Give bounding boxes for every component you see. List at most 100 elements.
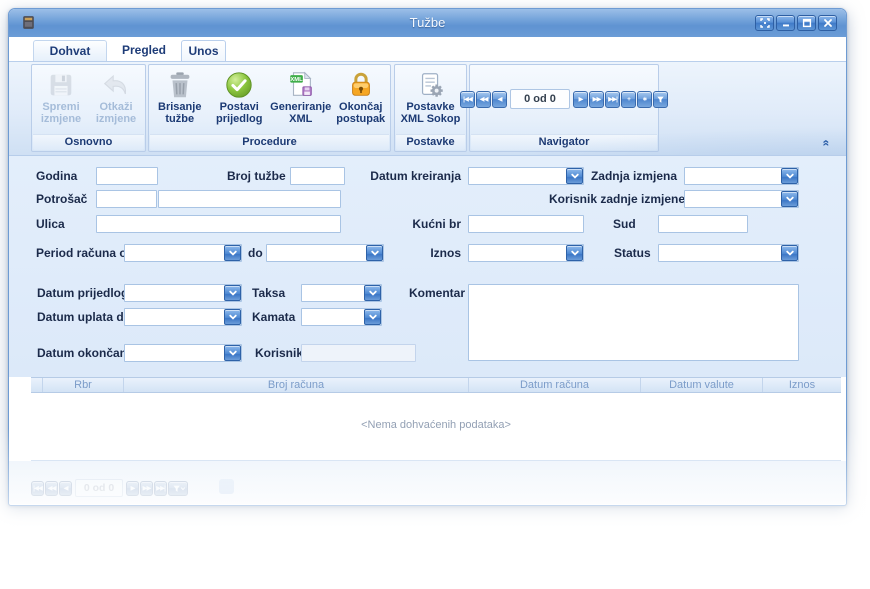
chevron-down-icon[interactable]	[224, 245, 241, 261]
nav-last-button[interactable]: ▶▶|	[605, 91, 620, 108]
period-do-combo[interactable]	[266, 244, 384, 262]
status-label: Status	[614, 244, 651, 262]
nav-add-button[interactable]: +	[621, 91, 636, 108]
close-button[interactable]	[818, 15, 837, 31]
datum-okoncanja-combo[interactable]	[124, 344, 242, 362]
chevron-down-icon[interactable]	[781, 245, 798, 261]
filter-icon	[657, 96, 663, 102]
broj-tuzbe-label: Broj tužbe	[227, 167, 286, 185]
datum-uplata-do-combo[interactable]	[124, 308, 242, 326]
chevron-down-icon[interactable]	[364, 309, 381, 325]
korisnik-label: Korisnik	[255, 344, 303, 362]
kamata-combo[interactable]	[301, 308, 382, 326]
korisnik-zadnje-izmjene-combo[interactable]	[684, 190, 799, 208]
close-icon	[825, 20, 831, 26]
generiranje-xml-button[interactable]: XML Generiranje XML	[269, 67, 332, 134]
tab-pregled[interactable]: Pregled	[109, 40, 179, 61]
potrosac-sifra-input[interactable]	[96, 190, 157, 208]
tab-unos[interactable]: Unos	[181, 40, 226, 61]
broj-tuzbe-input[interactable]	[290, 167, 345, 185]
nav-prev-button[interactable]: ◀	[492, 91, 507, 108]
column-header-datum-racuna[interactable]: Datum računa	[469, 378, 641, 392]
xml-document-icon: XML	[286, 70, 316, 100]
komentar-label: Komentar	[409, 284, 459, 302]
group-caption-procedure: Procedure	[150, 134, 389, 150]
group-caption-navigator: Navigator	[471, 134, 657, 150]
chevron-down-icon[interactable]	[781, 168, 798, 184]
datum-prijedloga-label: Datum prijedloga	[37, 284, 135, 302]
nav-edit-button[interactable]: ∗	[637, 91, 652, 108]
minimize-button[interactable]	[776, 15, 795, 31]
korisnik-zadnje-izmjene-label: Korisnik zadnje izmjene	[549, 190, 677, 208]
grid-nav-next-page-button: ▶▶	[140, 481, 153, 496]
column-header-rbr[interactable]: Rbr	[43, 378, 124, 392]
chevron-down-icon[interactable]	[364, 285, 381, 301]
iznos-combo[interactable]	[468, 244, 584, 262]
potrosac-naziv-input[interactable]	[158, 190, 341, 208]
godina-label: Godina	[36, 167, 77, 185]
ribbon-group-navigator: |◀◀ ◀◀ ◀ 0 od 0 ▶ ▶▶ ▶▶| + ∗ Navigator	[469, 64, 659, 152]
nav-next-page-button[interactable]: ▶▶	[589, 91, 604, 108]
ribbon-group-postavke: Postavke XML Sokop Postavke	[394, 64, 467, 152]
ribbon-group-osnovno: Spremi izmjene Otkaži izmjene Osnovno	[31, 64, 146, 152]
grid-nav-next-button: ▶	[126, 481, 139, 496]
taksa-combo[interactable]	[301, 284, 382, 302]
iznos-label: Iznos	[389, 244, 461, 262]
grid-empty-message: <Nema dohvaćenih podataka>	[31, 419, 841, 431]
zadnja-izmjena-label: Zadnja izmjena	[549, 167, 677, 185]
maximize-button[interactable]	[797, 15, 816, 31]
datum-prijedloga-combo[interactable]	[124, 284, 242, 302]
window-title: Tužbe	[9, 15, 846, 30]
postavke-xml-sokop-button[interactable]: Postavke XML Sokop	[396, 67, 465, 134]
nav-position: 0 od 0	[510, 89, 570, 109]
column-header-datum-valute[interactable]: Datum valute	[641, 378, 763, 392]
row-indicator-column	[31, 378, 43, 392]
datum-okoncanja-label: Datum okončanja	[37, 344, 137, 362]
minimize-icon	[783, 25, 789, 27]
ulica-input[interactable]	[96, 215, 341, 233]
grid-body: <Nema dohvaćenih podataka>	[31, 393, 841, 461]
chevron-down-icon[interactable]	[566, 245, 583, 261]
lock-icon	[346, 70, 376, 100]
okoncaj-postupak-button[interactable]: Okončaj postupak	[332, 67, 389, 134]
chevron-down-icon[interactable]	[224, 285, 241, 301]
tuzbe-window: Tužbe Dohvat Pregled Unos	[8, 8, 847, 506]
potrosac-label: Potrošač	[36, 190, 87, 208]
grid-nav-prev-button: ◀	[59, 481, 72, 496]
korisnik-input	[301, 344, 416, 362]
nav-next-button[interactable]: ▶	[573, 91, 588, 108]
postavi-prijedlog-button[interactable]: Postavi prijedlog	[210, 67, 270, 134]
chevron-down-icon[interactable]	[224, 309, 241, 325]
column-header-iznos[interactable]: Iznos	[763, 378, 841, 392]
title-bar[interactable]: Tužbe	[9, 9, 846, 38]
sud-input[interactable]	[658, 215, 748, 233]
grid-nav-position: 0 od 0	[75, 479, 123, 497]
collapse-ribbon-icon[interactable]: «	[820, 140, 834, 147]
status-combo[interactable]	[658, 244, 799, 262]
nav-filter-button[interactable]	[653, 91, 668, 108]
kucni-br-input[interactable]	[468, 215, 584, 233]
spremi-izmjene-button: Spremi izmjene	[34, 67, 89, 134]
nav-prev-page-button[interactable]: ◀◀	[476, 91, 491, 108]
ulica-label: Ulica	[36, 215, 65, 233]
period-racuna-od-label: Period računa od	[36, 244, 134, 262]
fit-window-button[interactable]	[755, 15, 774, 31]
unos-form: Godina Broj tužbe Datum kreiranja Zadnja…	[9, 156, 846, 377]
column-header-broj-racuna[interactable]: Broj računa	[124, 378, 469, 392]
tab-dohvat[interactable]: Dohvat	[33, 40, 107, 61]
komentar-textarea[interactable]	[468, 284, 799, 361]
trash-icon	[165, 70, 195, 100]
godina-input[interactable]	[96, 167, 158, 185]
period-od-combo[interactable]	[124, 244, 242, 262]
kucni-br-label: Kućni br	[389, 215, 461, 233]
taksa-label: Taksa	[252, 284, 285, 302]
chevron-down-icon[interactable]	[366, 245, 383, 261]
chevron-down-icon[interactable]	[224, 345, 241, 361]
brisanje-tuzbe-button[interactable]: Brisanje tužbe	[150, 67, 210, 134]
racuni-grid: Rbr Broj računa Datum računa Datum valut…	[31, 377, 841, 461]
chevron-down-icon[interactable]	[781, 191, 798, 207]
zadnja-izmjena-combo[interactable]	[684, 167, 799, 185]
ribbon: Spremi izmjene Otkaži izmjene Osnovno	[9, 61, 846, 156]
nav-first-button[interactable]: |◀◀	[460, 91, 475, 108]
grid-navigator-disabled: |◀◀ ◀◀ ◀ 0 od 0 ▶ ▶▶ ▶▶|	[31, 479, 188, 497]
